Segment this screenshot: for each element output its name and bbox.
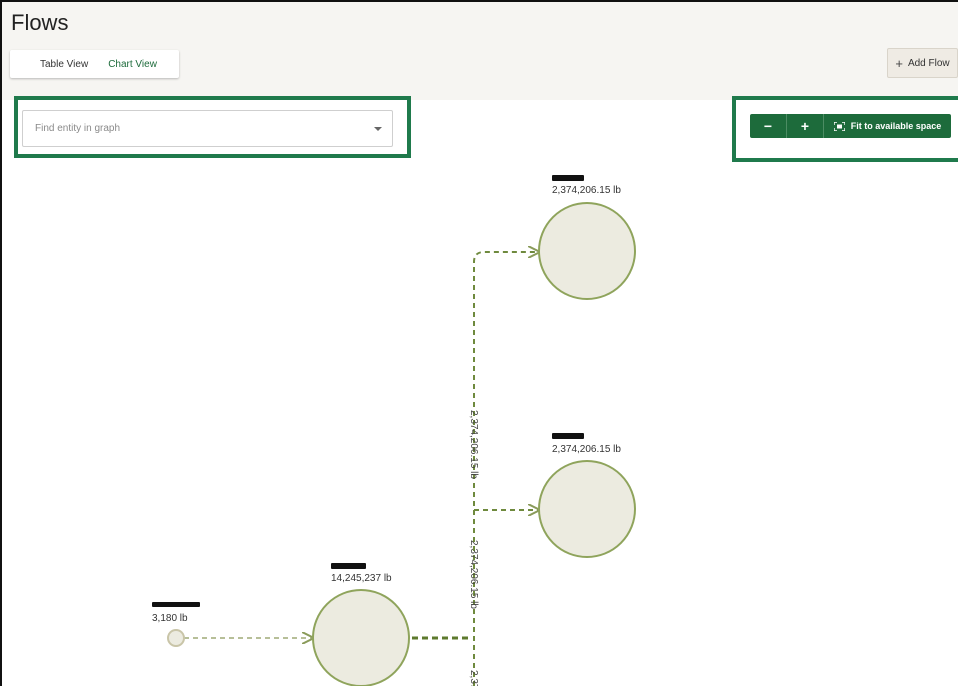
node-value: 3,180 lb <box>152 613 188 624</box>
node-value: 2,374,206.15 lb <box>552 444 621 455</box>
node-circle[interactable] <box>538 202 636 300</box>
node-top[interactable]: 2,374,206.15 lb <box>538 175 636 300</box>
edge-label-top: 2,374,206.15 lb <box>468 410 479 479</box>
node-middle[interactable]: 2,374,206.15 lb <box>538 433 636 558</box>
node-circle[interactable] <box>167 629 185 647</box>
edge-label-middle: 2,374,206.15 lb <box>468 540 479 609</box>
node-circle[interactable] <box>312 589 410 686</box>
redacted-name-bar <box>152 602 200 607</box>
edge-junction-vertical <box>473 252 538 686</box>
redacted-name-bar <box>331 563 366 569</box>
edge-label-bottom: 2,37 <box>468 670 479 686</box>
node-value: 2,374,206.15 lb <box>552 185 621 196</box>
node-small[interactable]: 3,180 lb <box>152 602 200 647</box>
redacted-name-bar <box>552 433 584 439</box>
node-main[interactable]: 14,245,237 lb <box>312 563 410 686</box>
node-circle[interactable] <box>538 460 636 558</box>
redacted-name-bar <box>552 175 584 181</box>
flow-graph: 2,374,206.15 lb 2,374,206.15 lb 2,37 2,3… <box>152 175 636 686</box>
node-value: 14,245,237 lb <box>331 573 392 584</box>
